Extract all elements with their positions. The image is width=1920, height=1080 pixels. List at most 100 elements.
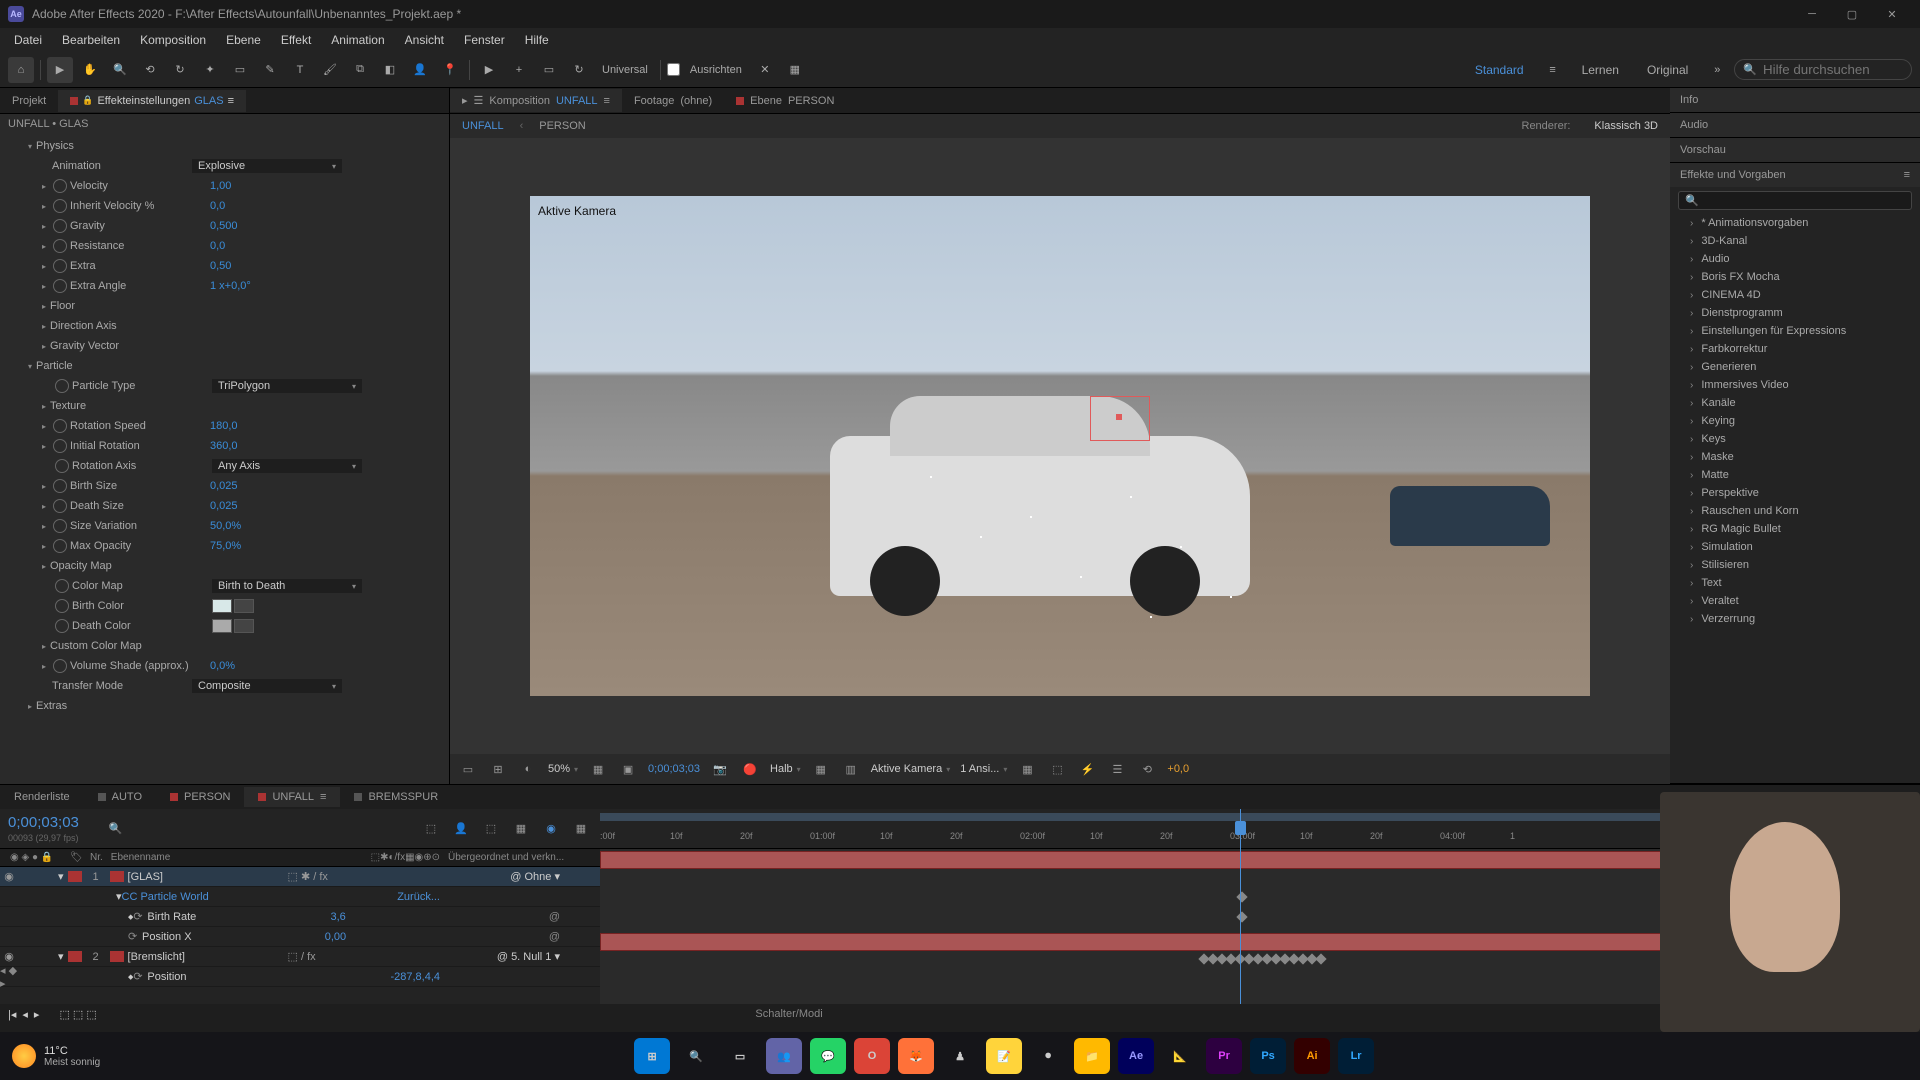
magnification-icon[interactable]: ▭ xyxy=(458,759,478,779)
app-icon[interactable]: 📐 xyxy=(1162,1038,1198,1074)
teams-app[interactable]: 👥 xyxy=(766,1038,802,1074)
parent-pickwhip-icon[interactable]: @ xyxy=(510,871,521,883)
add-vertex-icon[interactable]: + xyxy=(506,57,532,83)
tab-bremsspur[interactable]: BREMSSPUR xyxy=(340,787,452,807)
toggle-switches-icon[interactable]: ⬚ ⬚ ⬚ xyxy=(59,1008,96,1021)
eraser-tool[interactable]: ◧ xyxy=(377,57,403,83)
keyframe-block[interactable] xyxy=(1200,955,1400,963)
first-frame-icon[interactable]: |◂ xyxy=(8,1008,16,1021)
menu-fenster[interactable]: Fenster xyxy=(454,29,515,51)
flowchart-icon[interactable]: ⟲ xyxy=(1137,759,1157,779)
preset-folder[interactable]: Matte xyxy=(1670,466,1920,484)
tab-person[interactable]: PERSON xyxy=(156,787,244,807)
preset-folder[interactable]: Audio xyxy=(1670,250,1920,268)
tab-menu-icon[interactable]: ≡ xyxy=(604,95,610,107)
layer-bremslicht[interactable]: ◉ ▾ 2 [Bremslicht] ⬚ / fx @ 5. Null 1 ▾ xyxy=(0,947,600,967)
birth-color-swatch[interactable] xyxy=(212,599,232,613)
selection-anchor[interactable] xyxy=(1116,414,1122,420)
shy-icon[interactable]: ⬚ xyxy=(480,818,502,840)
breadcrumb-unfall[interactable]: UNFALL xyxy=(462,120,504,132)
extra-value[interactable]: 0,50 xyxy=(210,260,231,272)
keyframe[interactable] xyxy=(1236,891,1247,902)
renderer-value[interactable]: Klassisch 3D xyxy=(1594,120,1658,132)
preset-folder[interactable]: Dienstprogramm xyxy=(1670,304,1920,322)
align-checkbox[interactable] xyxy=(667,63,680,76)
puppet-tool[interactable]: 📍 xyxy=(437,57,463,83)
timeline-timecode[interactable]: 0;00;03;03 xyxy=(8,814,79,831)
effect-controls-tab[interactable]: 🔒 Effekteinstellungen GLAS ≡ xyxy=(58,90,246,112)
play-icon[interactable]: ▸ xyxy=(34,1008,40,1021)
photoshop-app[interactable]: Ps xyxy=(1250,1038,1286,1074)
hand-tool[interactable]: ✋ xyxy=(77,57,103,83)
text-tool[interactable]: T xyxy=(287,57,313,83)
illustrator-app[interactable]: Ai xyxy=(1294,1038,1330,1074)
resolution-dropdown[interactable]: Halb xyxy=(770,763,801,775)
layer-tab[interactable]: Ebene PERSON xyxy=(724,90,846,112)
composition-viewer[interactable]: Aktive Kamera xyxy=(450,138,1670,754)
fast-preview-icon[interactable]: ⚡ xyxy=(1077,759,1097,779)
workspace-lernen[interactable]: Lernen xyxy=(1570,59,1631,81)
preview-panel-header[interactable]: Vorschau xyxy=(1670,138,1920,162)
preset-folder[interactable]: Keying xyxy=(1670,412,1920,430)
presets-search[interactable]: 🔍 xyxy=(1678,191,1912,210)
death-size-value[interactable]: 0,025 xyxy=(210,500,238,512)
obs-app[interactable]: ⏺ xyxy=(1030,1038,1066,1074)
maximize-button[interactable]: ▢ xyxy=(1832,0,1872,28)
twirl-icon[interactable]: ▾ xyxy=(24,142,36,151)
layer-position-row[interactable]: ◂ ◆ ▸ ◆ ⟳ Position -287,8,4,4 xyxy=(0,967,600,987)
footage-tab[interactable]: Footage (ohne) xyxy=(622,90,724,112)
opera-app[interactable]: O xyxy=(854,1038,890,1074)
layer-birth-rate-row[interactable]: ◆ ⟳ Birth Rate 3,6 @ xyxy=(0,907,600,927)
effects-presets-header[interactable]: Effekte und Vorgaben ≡ xyxy=(1670,163,1920,187)
preset-folder[interactable]: RG Magic Bullet xyxy=(1670,520,1920,538)
pan-behind-tool[interactable]: ✦ xyxy=(197,57,223,83)
preset-folder[interactable]: Keys xyxy=(1670,430,1920,448)
3d-icon[interactable]: ▥ xyxy=(841,759,861,779)
exposure-value[interactable]: +0,0 xyxy=(1167,763,1189,775)
app-icon[interactable]: ♟ xyxy=(942,1038,978,1074)
inherit-velocity-value[interactable]: 0,0 xyxy=(210,200,225,212)
rect-tool[interactable]: ▭ xyxy=(227,57,253,83)
preset-folder[interactable]: Simulation xyxy=(1670,538,1920,556)
velocity-value[interactable]: 1,00 xyxy=(210,180,231,192)
layer-color-swatch[interactable] xyxy=(68,871,82,882)
minimize-button[interactable]: ─ xyxy=(1792,0,1832,28)
graph-editor-icon[interactable]: ▦ xyxy=(570,818,592,840)
preset-folder[interactable]: Text xyxy=(1670,574,1920,592)
animation-dropdown[interactable]: Explosive xyxy=(192,159,342,173)
preset-folder[interactable]: Immersives Video xyxy=(1670,376,1920,394)
extra-angle-value[interactable]: 1 x+0,0° xyxy=(210,280,251,292)
frame-blend-icon[interactable]: ▦ xyxy=(510,818,532,840)
rotation-axis-dropdown[interactable]: Any Axis xyxy=(212,459,362,473)
menu-komposition[interactable]: Komposition xyxy=(130,29,216,51)
orbit-tool[interactable]: ⟲ xyxy=(137,57,163,83)
switches-modes-toggle[interactable]: Schalter/Modi xyxy=(755,1008,822,1020)
pixel-aspect-icon[interactable]: ⬚ xyxy=(1047,759,1067,779)
breadcrumb-person[interactable]: PERSON xyxy=(539,120,585,132)
keyframe[interactable] xyxy=(1236,911,1247,922)
max-opacity-value[interactable]: 75,0% xyxy=(210,540,241,552)
menu-animation[interactable]: Animation xyxy=(321,29,394,51)
death-color-swatch[interactable] xyxy=(212,619,232,633)
snapping-icon[interactable]: ↻ xyxy=(566,57,592,83)
preset-folder[interactable]: Generieren xyxy=(1670,358,1920,376)
preset-folder[interactable]: Einstellungen für Expressions xyxy=(1670,322,1920,340)
visibility-icon[interactable]: ◉ xyxy=(0,870,18,883)
volume-shade-value[interactable]: 0,0% xyxy=(210,660,235,672)
composition-tab[interactable]: ▸ ☰ Komposition UNFALL ≡ xyxy=(450,89,622,112)
search-button[interactable]: 🔍 xyxy=(678,1038,714,1074)
preset-folder[interactable]: CINEMA 4D xyxy=(1670,286,1920,304)
preset-folder[interactable]: Maske xyxy=(1670,448,1920,466)
stopwatch-icon[interactable] xyxy=(53,179,67,193)
res-icon[interactable]: ▦ xyxy=(588,759,608,779)
lightroom-app[interactable]: Lr xyxy=(1338,1038,1374,1074)
transparency-icon[interactable]: ▦ xyxy=(811,759,831,779)
help-search[interactable]: 🔍 xyxy=(1734,59,1912,80)
home-tool[interactable]: ⌂ xyxy=(8,57,34,83)
prev-frame-icon[interactable]: ◂ xyxy=(22,1008,28,1021)
roi-icon[interactable]: ▣ xyxy=(618,759,638,779)
zoom-tool[interactable]: 🔍 xyxy=(107,57,133,83)
preset-folder[interactable]: Veraltet xyxy=(1670,592,1920,610)
preset-folder[interactable]: Verzerrung xyxy=(1670,610,1920,628)
tab-menu-icon[interactable]: ≡ xyxy=(320,791,326,803)
